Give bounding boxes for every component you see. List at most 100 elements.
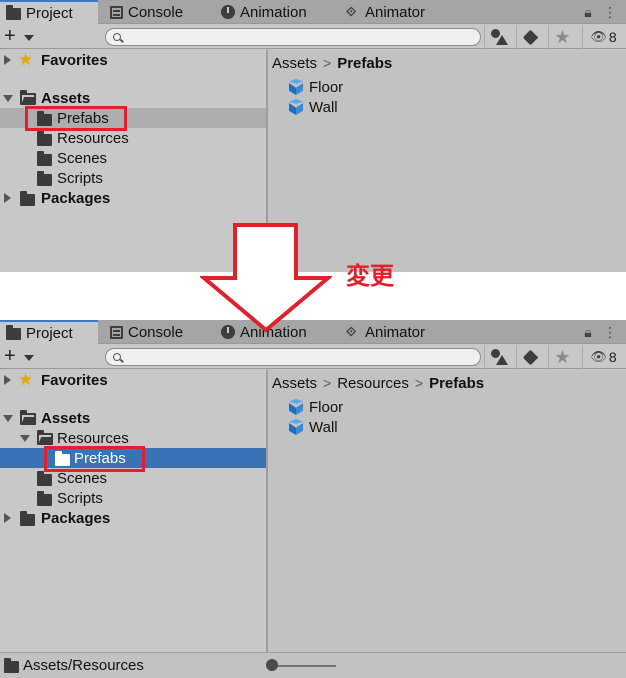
tree-item-packages[interactable]: Packages	[0, 508, 266, 528]
asset-item-floor[interactable]: Floor	[288, 397, 343, 417]
folder-icon	[6, 4, 21, 20]
lock-icon[interactable]: 🔒︎	[580, 322, 596, 342]
create-button[interactable]: +	[4, 346, 38, 368]
folder-icon	[55, 451, 70, 466]
folder-icon	[6, 324, 21, 340]
asset-item-floor[interactable]: Floor	[288, 77, 343, 97]
tab-project[interactable]: Project	[0, 320, 98, 345]
tab-animator[interactable]: ⟐ Animator	[346, 0, 425, 24]
folder-icon	[37, 471, 52, 486]
prefab-cube-icon	[288, 399, 304, 415]
tree-item-scripts[interactable]: Scripts	[0, 488, 266, 508]
expand-arrow-icon[interactable]	[4, 513, 11, 523]
expand-arrow-icon[interactable]	[4, 375, 11, 385]
save-search-button[interactable]: ★	[548, 25, 576, 49]
breadcrumb-item[interactable]: Resources	[337, 375, 409, 392]
search-by-type-button[interactable]	[484, 25, 512, 49]
selected-path: Assets/Resources	[4, 657, 144, 674]
tree-item-prefabs[interactable]: Prefabs	[0, 108, 266, 128]
tab-console-label: Console	[128, 323, 184, 341]
tab-project-label: Project	[26, 5, 73, 22]
lock-icon[interactable]: 🔒︎	[580, 2, 596, 22]
asset-label: Floor	[309, 78, 344, 96]
folder-icon	[20, 511, 35, 526]
search-input[interactable]	[105, 28, 481, 46]
tree-item-favorites[interactable]: ★ Favorites	[0, 50, 266, 70]
tab-bar: Project Console Animation ⟐ Animator 🔒︎ …	[0, 0, 626, 25]
tag-icon	[522, 29, 539, 45]
expand-arrow-icon[interactable]	[4, 55, 11, 65]
breadcrumb-item-current[interactable]: Prefabs	[337, 55, 392, 72]
save-search-button[interactable]: ★	[548, 345, 576, 369]
tree-item-favorites[interactable]: ★ Favorites	[0, 370, 266, 390]
tab-project[interactable]: Project	[0, 0, 98, 25]
folder-icon	[37, 131, 52, 146]
breadcrumb-item-current[interactable]: Prefabs	[429, 375, 484, 392]
more-menu-icon[interactable]: ⋮	[602, 322, 618, 342]
tab-console-label: Console	[128, 3, 184, 21]
tree-item-resources[interactable]: Resources	[0, 128, 266, 148]
chevron-right-icon: >	[323, 375, 332, 391]
eye-slash-icon: 👁︎	[590, 349, 607, 364]
tree-item-prefabs[interactable]: Prefabs	[0, 448, 266, 468]
search-by-type-button[interactable]	[484, 345, 512, 369]
tab-animator[interactable]: ⟐ Animator	[346, 320, 425, 344]
star-icon: ★	[18, 50, 34, 69]
tree-item-packages[interactable]: Packages	[0, 188, 266, 208]
shapes-icon	[490, 29, 508, 45]
eye-slash-icon: 👁︎	[590, 29, 607, 44]
chevron-right-icon: >	[414, 375, 424, 391]
collapse-arrow-icon[interactable]	[3, 415, 13, 422]
tab-console[interactable]: Console	[110, 0, 183, 24]
status-path-label: Assets/Resources	[23, 657, 144, 674]
folder-icon	[37, 111, 52, 126]
more-menu-icon[interactable]: ⋮	[602, 2, 618, 22]
status-bar: Assets/Resources	[0, 652, 626, 678]
tree-item-assets[interactable]: Assets	[0, 88, 266, 108]
tree-item-scenes[interactable]: Scenes	[0, 468, 266, 488]
tree-item-assets[interactable]: Assets	[0, 408, 266, 428]
folder-open-icon	[37, 430, 53, 445]
slider-handle[interactable]	[266, 659, 278, 671]
console-icon	[110, 5, 123, 19]
star-icon: ★	[18, 370, 34, 389]
chevron-right-icon: >	[323, 55, 332, 71]
tab-animation[interactable]: Animation	[221, 0, 307, 24]
animator-icon: ⟐	[346, 4, 357, 19]
asset-list: Assets > Resources > Prefabs Floor Wall	[268, 370, 626, 678]
hidden-packages-toggle[interactable]: 👁︎ 8	[582, 345, 624, 369]
prefab-cube-icon	[288, 419, 304, 435]
search-by-label-button[interactable]	[516, 345, 544, 369]
chevron-down-icon	[24, 35, 34, 41]
tab-console[interactable]: Console	[110, 320, 183, 344]
collapse-arrow-icon[interactable]	[20, 435, 30, 442]
tab-animator-label: Animator	[365, 3, 426, 21]
asset-item-wall[interactable]: Wall	[288, 417, 338, 437]
plus-icon: +	[4, 25, 16, 47]
tree-item-scenes[interactable]: Scenes	[0, 148, 266, 168]
folder-icon	[37, 171, 52, 186]
tree-item-scripts[interactable]: Scripts	[0, 168, 266, 188]
search-by-label-button[interactable]	[516, 25, 544, 49]
asset-item-wall[interactable]: Wall	[288, 97, 338, 117]
folder-icon	[37, 151, 52, 166]
star-icon: ★	[554, 346, 571, 367]
prefab-cube-icon	[288, 99, 304, 115]
asset-label: Floor	[309, 398, 344, 416]
asset-label: Wall	[309, 98, 338, 116]
folder-tree: ★ Favorites Assets Resources Prefabs Sce…	[0, 370, 266, 678]
search-input[interactable]	[105, 348, 481, 366]
folder-icon	[4, 658, 19, 673]
prefab-cube-icon	[288, 79, 304, 95]
tree-item-resources[interactable]: Resources	[0, 428, 266, 448]
icon-size-slider[interactable]	[272, 665, 336, 667]
breadcrumb-item[interactable]: Assets	[272, 375, 317, 392]
folder-open-icon	[20, 410, 36, 425]
chevron-down-icon	[24, 355, 34, 361]
hidden-packages-toggle[interactable]: 👁︎ 8	[582, 25, 624, 49]
create-button[interactable]: +	[4, 26, 38, 48]
expand-arrow-icon[interactable]	[4, 193, 11, 203]
folder-icon	[20, 191, 35, 206]
collapse-arrow-icon[interactable]	[3, 95, 13, 102]
breadcrumb-item[interactable]: Assets	[272, 55, 317, 72]
